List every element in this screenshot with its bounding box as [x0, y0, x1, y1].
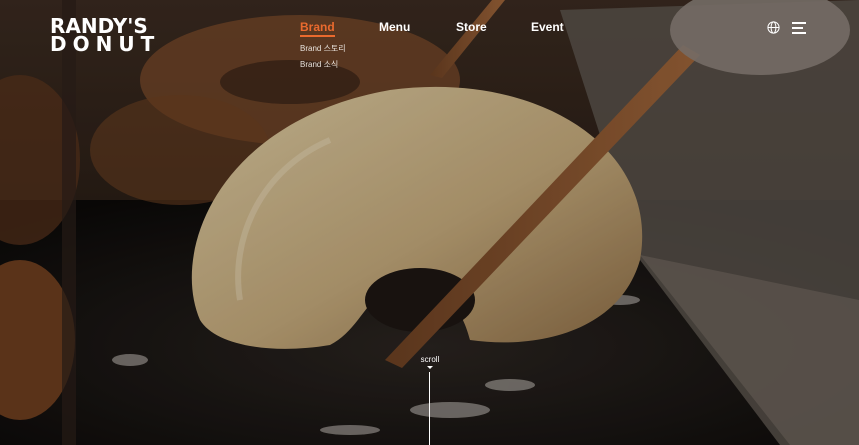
nav-item-label: Menu [379, 20, 411, 34]
chevron-down-icon [427, 366, 433, 369]
active-underline [300, 35, 335, 37]
scroll-label: scroll [420, 355, 440, 364]
main-nav: Brand Menu Store Event [0, 20, 859, 40]
nav-item-event[interactable]: Event [531, 20, 564, 34]
nav-item-brand[interactable]: Brand [300, 20, 335, 37]
nav-item-menu[interactable]: Menu [379, 20, 410, 34]
submenu-item-brand-news[interactable]: Brand 소식 [300, 59, 346, 70]
submenu-item-brand-story[interactable]: Brand 스토리 [300, 43, 346, 54]
hamburger-icon[interactable] [792, 22, 806, 34]
scroll-indicator[interactable]: scroll [418, 355, 442, 369]
nav-item-label: Event [531, 20, 564, 34]
brand-submenu: Brand 스토리 Brand 소식 [300, 43, 346, 75]
nav-item-label: Store [456, 20, 487, 34]
nav-item-label: Brand [300, 20, 335, 34]
globe-icon[interactable] [767, 21, 780, 34]
scroll-line [429, 372, 430, 445]
nav-item-store[interactable]: Store [456, 20, 487, 34]
